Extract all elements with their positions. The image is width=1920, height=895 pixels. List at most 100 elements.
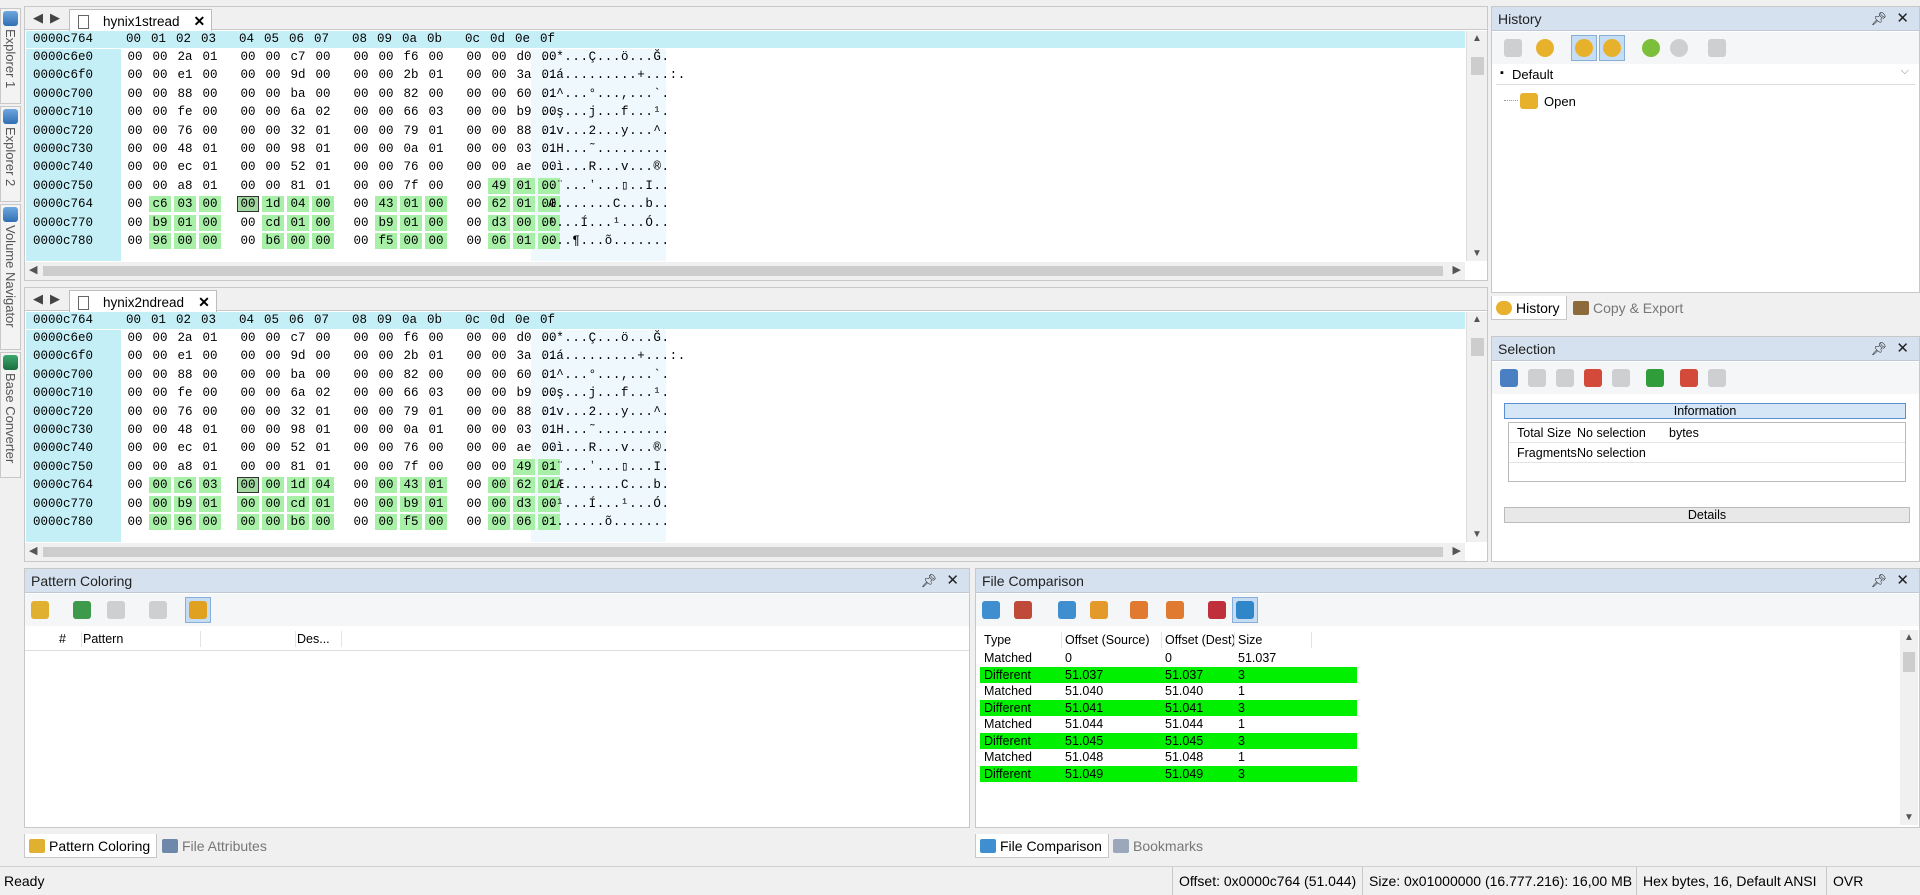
hex-byte[interactable]: 00 <box>262 495 284 512</box>
hex-byte[interactable]: 49 <box>513 458 535 475</box>
hex-byte[interactable]: 01 <box>425 404 447 420</box>
history-add-button[interactable] <box>1638 35 1664 61</box>
hex-byte[interactable]: 06 <box>488 233 510 249</box>
hex-byte[interactable]: 00 <box>463 141 485 157</box>
hex-byte[interactable]: 00 <box>237 367 259 383</box>
hex-byte[interactable]: b9 <box>400 495 422 512</box>
hex-byte[interactable]: ae <box>513 440 535 456</box>
hex-byte[interactable]: 00 <box>375 404 397 420</box>
hex-byte[interactable]: 00 <box>463 440 485 456</box>
hex-byte[interactable]: b9 <box>513 385 535 401</box>
hex-byte[interactable]: 00 <box>124 459 146 475</box>
hex-byte[interactable]: 00 <box>463 477 485 493</box>
hex-byte[interactable]: 00 <box>375 104 397 120</box>
hex-byte[interactable]: 00 <box>124 404 146 420</box>
scroll-down-icon[interactable]: ▼ <box>1904 812 1914 823</box>
horizontal-scrollbar[interactable]: ◀ ▶ <box>25 543 1465 561</box>
hex-row[interactable]: 0000c6e0 00 00 2a 01 00 00 c7 00 00 00 f6 00 00 00 d0 00… <box>26 49 1226 65</box>
hex-byte[interactable]: 00 <box>262 367 284 383</box>
hex-byte[interactable]: 00 <box>199 404 221 420</box>
hex-row[interactable]: 0000c740 00 00 ec 01 00 00 52 01 00 00 76 00 00 00 ae 00… <box>26 440 1226 456</box>
hex-byte[interactable]: b9 <box>174 495 196 512</box>
hex-byte[interactable]: 00 <box>350 215 372 231</box>
hex-byte[interactable]: 00 <box>425 196 447 213</box>
hex-byte[interactable]: 48 <box>174 141 196 157</box>
hex-byte[interactable]: 00 <box>350 496 372 512</box>
hex-byte[interactable]: 6a <box>287 104 309 120</box>
side-tab-explorer-1[interactable]: Explorer 1 <box>0 8 21 104</box>
hex-byte[interactable]: 00 <box>237 104 259 120</box>
hex-byte[interactable]: 00 <box>350 159 372 175</box>
hex-byte[interactable]: 00 <box>149 178 171 194</box>
hex-byte[interactable]: 62 <box>488 196 510 213</box>
hex-byte[interactable]: 03 <box>513 141 535 157</box>
ascii-text[interactable]: ..H...˜......... <box>540 141 670 157</box>
hex-byte[interactable]: c7 <box>287 330 309 346</box>
comparison-row[interactable]: Different 51.041 51.041 3 <box>980 699 1357 716</box>
hex-byte[interactable]: 2b <box>400 67 422 83</box>
hex-byte[interactable]: 88 <box>174 86 196 102</box>
hex-byte[interactable]: 88 <box>513 123 535 139</box>
hex-byte[interactable]: 00 <box>425 86 447 102</box>
hex-byte[interactable]: 7f <box>400 178 422 194</box>
hex-byte[interactable]: 00 <box>463 86 485 102</box>
hex-byte[interactable]: 00 <box>124 440 146 456</box>
hex-byte[interactable]: 00 <box>124 385 146 401</box>
hex-byte[interactable]: 00 <box>262 422 284 438</box>
hex-byte[interactable]: 00 <box>463 215 485 231</box>
hex-row[interactable]: 0000c750 00 00 a8 01 00 00 81 01 00 00 7f 00 00 00 49 01… <box>26 458 1226 475</box>
hex-row[interactable]: 0000c740 00 00 ec 01 00 00 52 01 00 00 76 00 00 00 ae 00… <box>26 159 1226 175</box>
hex-byte[interactable]: 00 <box>124 49 146 65</box>
ascii-text[interactable]: .Æ.......C...b.. <box>540 196 670 212</box>
hex-byte[interactable]: 00 <box>488 367 510 383</box>
hex-byte[interactable]: 00 <box>375 459 397 475</box>
hex-byte[interactable]: 00 <box>149 159 171 175</box>
next-difference-button[interactable] <box>1162 597 1188 623</box>
hex-byte[interactable]: 00 <box>463 514 485 530</box>
hex-byte[interactable]: 01 <box>312 422 334 438</box>
ascii-text[interactable]: ..*...Ç...ö...Ğ. <box>540 49 670 65</box>
hex-byte[interactable]: 32 <box>287 123 309 139</box>
hex-byte[interactable]: 00 <box>199 214 221 231</box>
hex-byte[interactable]: 00 <box>312 67 334 83</box>
hex-byte[interactable]: 00 <box>124 330 146 346</box>
scroll-left-icon[interactable]: ◀ <box>29 544 37 557</box>
hex-byte[interactable]: 00 <box>488 49 510 65</box>
hex-byte[interactable]: 03 <box>425 385 447 401</box>
hex-byte[interactable]: 00 <box>350 459 372 475</box>
hex-byte[interactable]: 00 <box>463 385 485 401</box>
hex-byte[interactable]: 00 <box>262 385 284 401</box>
scroll-thumb[interactable] <box>43 266 1443 276</box>
hex-byte[interactable]: 00 <box>237 159 259 175</box>
vertical-scrollbar[interactable]: ▲ ▼ <box>1466 31 1487 261</box>
hex-byte[interactable]: 00 <box>375 495 397 512</box>
hex-byte[interactable]: 00 <box>350 123 372 139</box>
hex-byte[interactable]: 00 <box>149 49 171 65</box>
hex-byte[interactable]: 00 <box>513 214 535 231</box>
column-type[interactable]: Type <box>984 630 1011 650</box>
hex-byte[interactable]: 00 <box>375 178 397 194</box>
hex-byte[interactable]: 00 <box>124 514 146 530</box>
hex-byte[interactable]: 02 <box>312 104 334 120</box>
history-root-row[interactable]: ▪ Default ⌵ <box>1496 65 1915 85</box>
save-selection-button[interactable] <box>1676 365 1702 391</box>
comparison-row[interactable]: Matched 0 0 51.037 <box>980 650 1357 667</box>
hex-byte[interactable]: 43 <box>400 477 422 494</box>
scroll-right-icon[interactable]: ▶ <box>1453 544 1461 557</box>
hex-byte[interactable]: 00 <box>237 67 259 83</box>
next-arrow-icon[interactable]: ▶ <box>50 291 60 307</box>
scroll-thumb[interactable] <box>43 547 1443 557</box>
hex-byte[interactable]: 00 <box>350 367 372 383</box>
hex-byte[interactable]: 00 <box>149 348 171 364</box>
hex-byte[interactable]: 00 <box>149 477 171 494</box>
hex-byte[interactable]: 00 <box>262 459 284 475</box>
hex-byte[interactable]: 00 <box>149 123 171 139</box>
hex-byte[interactable]: 00 <box>463 330 485 346</box>
hex-byte[interactable]: 01 <box>312 495 334 512</box>
ascii-text[interactable]: .¹...Í...¹...Ó.. <box>540 215 670 231</box>
scroll-up-icon[interactable]: ▲ <box>1472 314 1482 325</box>
hex-byte[interactable]: 00 <box>375 514 397 530</box>
add-pattern-button[interactable] <box>27 597 53 623</box>
hex-byte[interactable]: 43 <box>375 196 397 213</box>
load-selection-button[interactable] <box>1704 365 1730 391</box>
